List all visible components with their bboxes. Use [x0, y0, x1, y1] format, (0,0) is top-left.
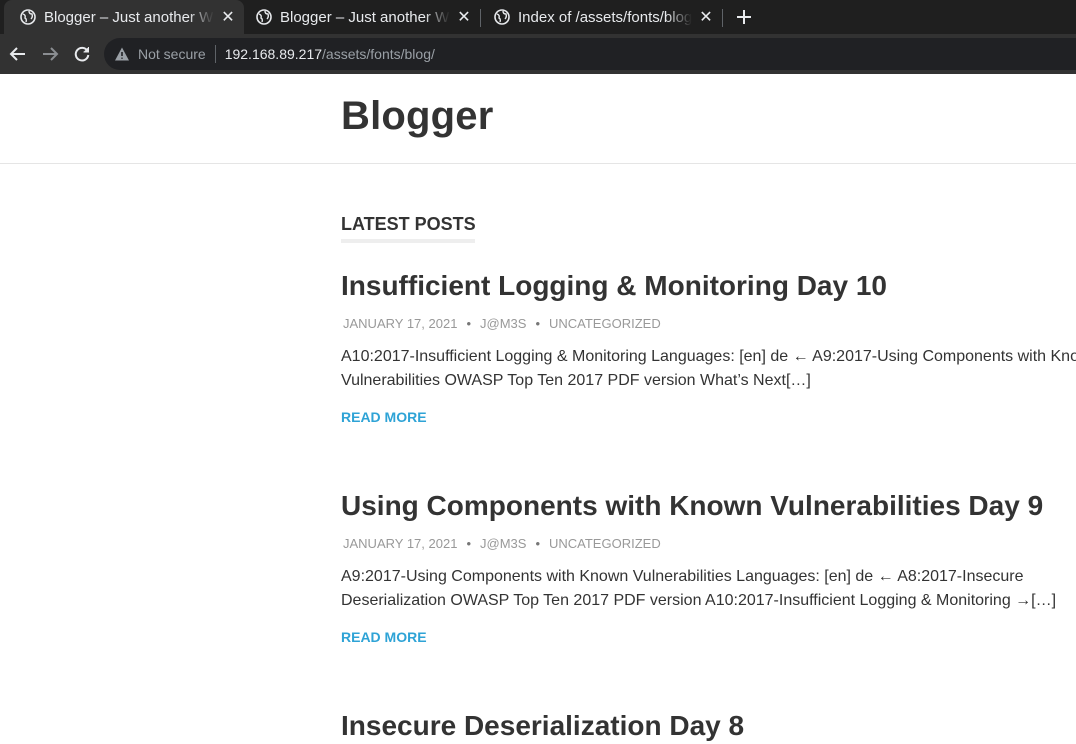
post: Using Components with Known Vulnerabilit… [341, 490, 1076, 647]
post-category[interactable]: UNCATEGORIZED [549, 316, 661, 331]
tab-blogger-2[interactable]: Blogger – Just another WordPress site ✕ [240, 0, 480, 34]
tab-index-fonts-blog[interactable]: Index of /assets/fonts/blog ✕ [478, 0, 722, 34]
plus-icon [737, 10, 751, 24]
post-excerpt: A9:2017-Using Components with Known Vuln… [341, 568, 1057, 609]
not-secure-label[interactable]: Not secure [138, 46, 206, 62]
browser-toolbar: Not secure 192.168.89.217/assets/fonts/b… [0, 34, 1076, 74]
tab-title: Blogger – Just another WordPress site [280, 8, 450, 26]
close-tab-icon[interactable]: ✕ [220, 9, 236, 26]
warning-icon[interactable] [114, 46, 130, 62]
arrow-right-icon [43, 47, 59, 61]
post-title[interactable]: Insecure Deserialization Day 8 [341, 710, 1076, 742]
post-date[interactable]: JANUARY 17, 2021 [343, 536, 457, 551]
meta-separator: • [535, 316, 540, 331]
url-path[interactable]: /assets/fonts/blog/ [322, 46, 435, 62]
close-tab-icon[interactable]: ✕ [456, 9, 472, 26]
globe-icon [494, 9, 510, 25]
read-more-link[interactable]: READ MORE [341, 409, 427, 425]
reload-button[interactable] [70, 42, 94, 66]
section-title: LATEST POSTS [341, 214, 476, 234]
new-tab-button[interactable] [732, 5, 756, 29]
post-author[interactable]: J@M3S [480, 536, 526, 551]
post-title[interactable]: Insufficient Logging & Monitoring Day 10 [341, 270, 1076, 302]
tab-blogger-1[interactable]: Blogger – Just another WordPress site ✕ [4, 0, 244, 34]
globe-icon [20, 9, 36, 25]
arrow-left-icon [9, 47, 25, 61]
post-date[interactable]: JANUARY 17, 2021 [343, 316, 457, 331]
page-content: Blogger LATEST POSTS Insufficient Loggin… [0, 74, 1076, 744]
post-category[interactable]: UNCATEGORIZED [549, 536, 661, 551]
tab-title: Blogger – Just another WordPress site [44, 8, 214, 26]
site-header: Blogger [0, 74, 1076, 164]
browser-tab-bar: Blogger – Just another WordPress site ✕ … [0, 0, 1076, 34]
tab-title: Index of /assets/fonts/blog [518, 8, 692, 26]
close-tab-icon[interactable]: ✕ [698, 9, 714, 26]
reload-icon [74, 46, 90, 62]
read-more-link[interactable]: READ MORE [341, 629, 427, 645]
tab-separator [722, 9, 723, 27]
globe-icon [256, 9, 272, 25]
post-excerpt: A10:2017-Insufficient Logging & Monitori… [341, 348, 1076, 389]
address-bar[interactable]: Not secure 192.168.89.217/assets/fonts/b… [104, 38, 1076, 70]
post-title[interactable]: Using Components with Known Vulnerabilit… [341, 490, 1076, 522]
meta-separator: • [535, 536, 540, 551]
post-meta: JANUARY 17, 2021 • J@M3S • UNCATEGORIZED [341, 316, 1076, 331]
back-button[interactable] [6, 42, 30, 66]
post: Insecure Deserialization Day 8 [341, 710, 1076, 742]
url-host[interactable]: 192.168.89.217 [225, 46, 322, 62]
meta-separator: • [466, 316, 471, 331]
post-meta: JANUARY 17, 2021 • J@M3S • UNCATEGORIZED [341, 536, 1076, 551]
meta-separator: • [466, 536, 471, 551]
forward-button[interactable] [38, 42, 62, 66]
site-title[interactable]: Blogger [341, 94, 494, 139]
section-underline [341, 239, 475, 243]
post: Insufficient Logging & Monitoring Day 10… [341, 270, 1076, 427]
address-divider [214, 45, 216, 63]
post-author[interactable]: J@M3S [480, 316, 526, 331]
